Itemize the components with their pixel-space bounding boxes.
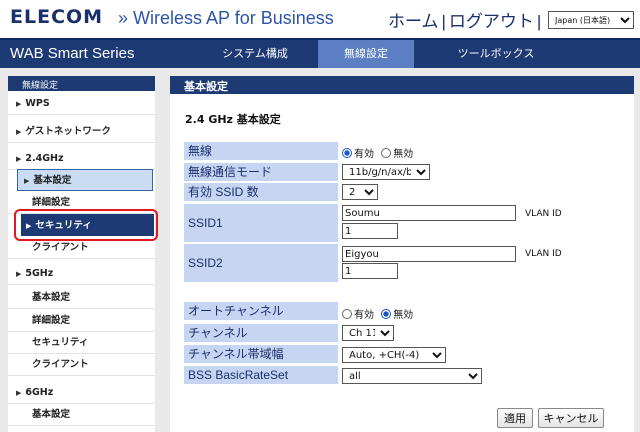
wireless-label: 無線 xyxy=(184,142,338,160)
ssid-count-label: 有効 SSID 数 xyxy=(184,183,338,201)
elecom-logo: ELECOM xyxy=(10,6,104,28)
sidebar-item-24-security[interactable]: セキュリティ xyxy=(21,214,154,236)
language-select[interactable]: Japan (日本語) xyxy=(548,11,634,29)
tab-toolbox[interactable]: ツールボックス xyxy=(432,40,560,68)
auto-channel-on-label: 有効 xyxy=(354,310,374,321)
basic-rate-select[interactable]: all xyxy=(342,368,482,384)
logout-link[interactable]: ログアウト xyxy=(449,12,534,31)
sidebar: 無線設定 WPS ゲストネットワーク 2.4GHz 基本設定 詳細設定 セキュリ… xyxy=(8,76,155,432)
sidebar-item-6-basic[interactable]: 基本設定 xyxy=(8,404,155,426)
top-banner: ELECOM » Wireless AP for Business ホーム | ログ… xyxy=(0,0,640,38)
main-nav: WAB Smart Series システム構成 無線設定 ツールボックス xyxy=(0,38,640,68)
section-title: 2.4 GHz 基本設定 xyxy=(185,113,281,126)
bandwidth-select[interactable]: Auto, +CH(-4) xyxy=(342,347,446,363)
wireless-off-radio[interactable] xyxy=(381,148,392,158)
basic-rate-label: BSS BasicRateSet xyxy=(184,366,338,384)
panel-title: 基本設定 xyxy=(170,76,634,94)
tab-wireless-settings[interactable]: 無線設定 xyxy=(318,40,414,68)
series-title: WAB Smart Series xyxy=(10,45,135,62)
top-links: ホーム | ログアウト | xyxy=(388,7,544,32)
sidebar-item-6ghz[interactable]: 6GHz xyxy=(8,382,155,404)
sidebar-item-5-advanced[interactable]: 詳細設定 xyxy=(8,310,155,332)
sidebar-item-24-client[interactable]: クライアント xyxy=(8,237,155,259)
link-separator: | xyxy=(441,12,446,31)
wireless-on-label: 有効 xyxy=(354,149,374,160)
main-panel: 基本設定 2.4 GHz 基本設定 無線 有効 無効 無線通信モード 11b/g… xyxy=(170,76,634,432)
auto-channel-on-radio[interactable] xyxy=(342,309,352,319)
sidebar-item-2-4ghz[interactable]: 2.4GHz xyxy=(8,148,155,170)
channel-label: チャンネル xyxy=(184,324,338,342)
sidebar-item-24-advanced[interactable]: 詳細設定 xyxy=(8,192,155,214)
wireless-radio-group: 有効 無効 xyxy=(342,145,413,160)
wireless-on-radio[interactable] xyxy=(342,148,352,158)
ssid2-input[interactable] xyxy=(342,246,516,262)
ssid2-vlan-input[interactable] xyxy=(342,263,398,279)
auto-channel-radio-group: 有効 無効 xyxy=(342,306,413,321)
auto-channel-label: オートチャンネル xyxy=(184,302,338,320)
wireless-off-label: 無効 xyxy=(393,149,414,160)
link-separator-2: | xyxy=(536,12,542,31)
sidebar-item-guest-network[interactable]: ゲストネットワーク xyxy=(8,121,155,143)
home-link[interactable]: ホーム xyxy=(388,12,439,31)
auto-channel-off-radio[interactable] xyxy=(381,309,392,319)
sidebar-item-24-basic[interactable]: 基本設定 xyxy=(17,169,153,191)
sidebar-item-5-client[interactable]: クライアント xyxy=(8,354,155,376)
auto-channel-off-label: 無効 xyxy=(393,310,414,321)
sidebar-item-5-basic[interactable]: 基本設定 xyxy=(8,287,155,309)
ssid1-vlan-input[interactable] xyxy=(342,223,398,239)
ssid2-vlan-label: VLAN ID xyxy=(525,249,562,259)
product-tagline: » Wireless AP for Business xyxy=(118,8,334,28)
mode-label: 無線通信モード xyxy=(184,163,338,181)
ssid1-label: SSID1 xyxy=(184,204,338,242)
mode-select[interactable]: 11b/g/n/ax/be xyxy=(342,164,430,180)
bandwidth-label: チャンネル帯域幅 xyxy=(184,345,338,363)
ssid1-vlan-label: VLAN ID xyxy=(525,209,562,219)
ssid1-input[interactable] xyxy=(342,205,516,221)
ssid2-label: SSID2 xyxy=(184,244,338,282)
sidebar-item-wps[interactable]: WPS xyxy=(8,93,155,115)
apply-button[interactable]: 適用 xyxy=(497,408,533,428)
tab-system-config[interactable]: システム構成 xyxy=(196,40,314,68)
ssid-count-select[interactable]: 2 xyxy=(342,184,378,200)
channel-select[interactable]: Ch 11 xyxy=(342,325,394,341)
cancel-button[interactable]: キャンセル xyxy=(538,408,604,428)
sidebar-item-5-security[interactable]: セキュリティ xyxy=(8,332,155,354)
sidebar-item-5ghz[interactable]: 5GHz xyxy=(8,263,155,285)
sidebar-title: 無線設定 xyxy=(8,76,155,91)
